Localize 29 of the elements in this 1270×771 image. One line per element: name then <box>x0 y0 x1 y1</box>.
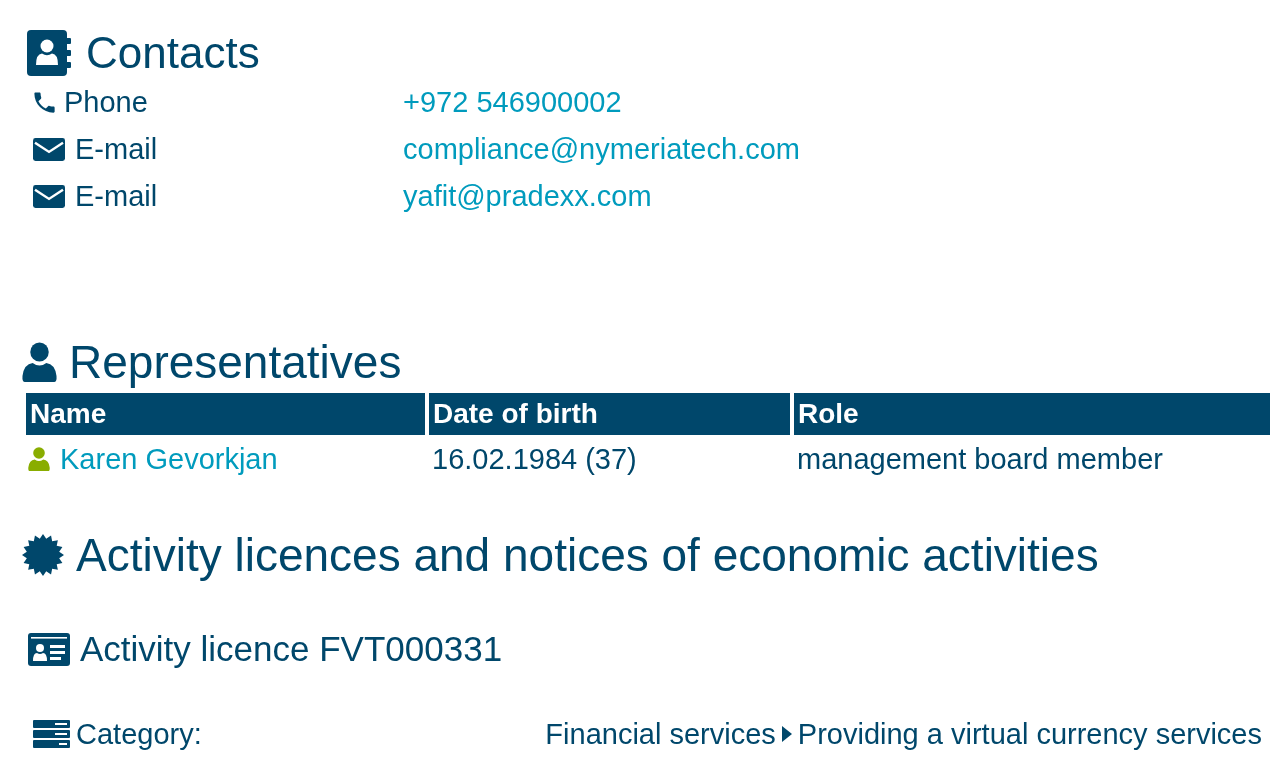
table-cell-text: management board member <box>796 441 1164 477</box>
section-heading: Representatives <box>69 335 402 389</box>
address-book-icon <box>27 30 71 76</box>
caret-icon <box>781 726 792 742</box>
email-link[interactable]: compliance@nymeriatech.com <box>403 133 800 166</box>
field-label: Category: <box>76 717 202 751</box>
column-header: Name <box>26 393 425 435</box>
phone-link[interactable]: +972 546900002 <box>403 86 622 119</box>
envelope-icon <box>33 138 65 161</box>
section-heading: Contacts <box>86 28 260 78</box>
section-heading: Activity licences and notices of economic activities <box>76 528 1099 582</box>
contact-label: Phone <box>64 86 148 119</box>
section-heading: Activity licence FVT000331 <box>80 629 503 669</box>
list-icon <box>33 720 70 748</box>
contact-label: E-mail <box>75 133 158 166</box>
column-header: Date of birth <box>429 393 790 435</box>
contact-label: E-mail <box>75 180 158 213</box>
envelope-icon <box>33 185 65 208</box>
category-text: Financial services <box>545 717 776 751</box>
person-icon <box>28 447 50 471</box>
id-card-icon <box>28 632 70 666</box>
person-link[interactable]: Karen Gevorkjan <box>60 442 278 476</box>
column-header: Role <box>794 393 1270 435</box>
person-icon <box>22 342 57 382</box>
badge-star-icon <box>22 534 64 576</box>
table-cell-text: 16.02.1984 (37) <box>431 441 638 477</box>
category-text: Providing a virtual currency services <box>797 717 1262 751</box>
phone-icon <box>31 89 58 116</box>
email-link[interactable]: yafit@pradexx.com <box>403 180 652 213</box>
